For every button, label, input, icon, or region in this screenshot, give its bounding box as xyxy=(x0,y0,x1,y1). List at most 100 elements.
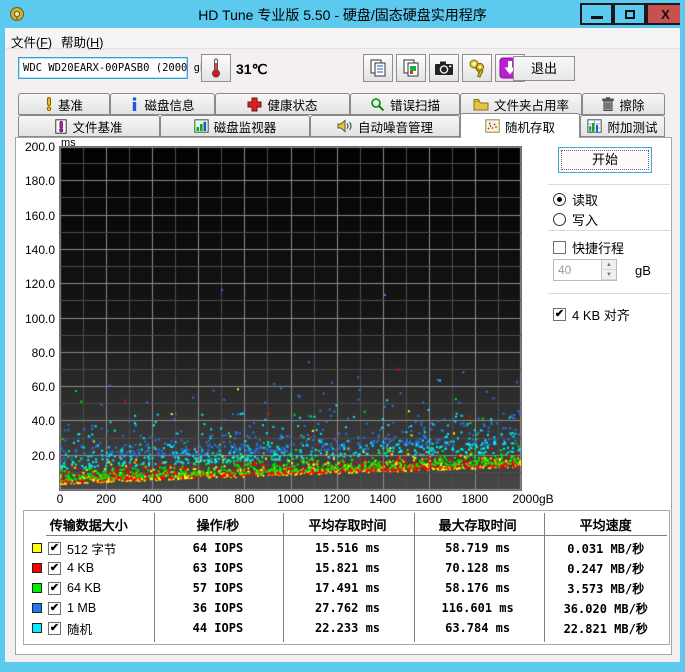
x-tick-label: 200 xyxy=(96,492,117,506)
info-icon xyxy=(133,97,137,111)
tab-file-benchmark[interactable]: 文件基准 xyxy=(18,115,160,137)
copy-text-button[interactable] xyxy=(363,54,393,82)
table-cell: 57 IOPS xyxy=(192,581,244,595)
copy-text-icon xyxy=(370,59,386,77)
temperature-value: 31℃ xyxy=(236,61,268,77)
y-tick-label: 140.0 xyxy=(24,242,55,257)
folder-icon xyxy=(473,98,489,110)
y-axis-labels: 200.0 180.0 160.0 140.0 120.0 100.0 80.0 60.0 40… xyxy=(15,140,57,490)
tab-extra-tests[interactable]: 附加测试 xyxy=(580,115,665,137)
table-cell: 3.573 MB/秒 xyxy=(567,581,645,596)
series-color-swatch xyxy=(32,623,42,633)
series-label: 随机 xyxy=(67,622,93,637)
copy-image-button[interactable] xyxy=(396,54,426,82)
y-tick-label: 200.0 xyxy=(24,140,55,154)
close-button[interactable]: X xyxy=(646,3,680,25)
x-tick-label: 400 xyxy=(142,492,163,506)
close-icon: X xyxy=(661,6,670,22)
tab-disk-info[interactable]: 磁盘信息 xyxy=(110,93,215,115)
keys-icon xyxy=(469,59,485,78)
maximize-icon xyxy=(624,9,635,19)
series-enable-checkbox[interactable]: ✔ xyxy=(48,581,61,595)
magnifier-icon xyxy=(371,97,385,111)
tab-random-access[interactable]: 随机存取 xyxy=(460,113,580,138)
screenshot-button[interactable] xyxy=(429,54,459,82)
y-tick-label: 20.0 xyxy=(31,448,55,463)
tab-error-scan[interactable]: 错误扫描 xyxy=(350,93,460,115)
spinner-up-button[interactable]: ▲ xyxy=(602,260,616,270)
drive-select[interactable]: WDC WD20EARX-00PASB0 (2000 gB) xyxy=(18,57,213,79)
table-row: ✔ 512 字节 64 IOPS 15.516 ms 58.719 ms 0.031 MB… xyxy=(24,538,669,558)
minimize-button[interactable] xyxy=(580,3,613,25)
series-color-swatch xyxy=(32,543,42,553)
tab-health[interactable]: 健康状态 xyxy=(215,93,350,115)
drive-select-value: WDC WD20EARX-00PASB0 (2000 gB) xyxy=(23,62,213,74)
separator xyxy=(548,230,670,231)
options-button[interactable] xyxy=(462,54,492,82)
col-header-size: 传输数据大小 xyxy=(49,518,128,533)
x-tick-label: 1000 xyxy=(277,492,304,506)
x-tick-label: 1400 xyxy=(369,492,397,506)
table-cell: 70.128 ms xyxy=(445,561,511,575)
y-tick-label: 40.0 xyxy=(31,414,55,429)
x-tick-label: 1800 xyxy=(461,492,489,506)
separator xyxy=(548,184,670,185)
menu-bar: 文件(F) 帮助(H) xyxy=(5,28,680,52)
col-header-avg: 平均存取时间 xyxy=(308,518,387,533)
speaker-icon xyxy=(337,119,352,133)
access-time-scatter-chart xyxy=(59,146,522,491)
tab-disk-monitor[interactable]: 磁盘监视器 xyxy=(160,115,310,137)
table-header-row: 传输数据大小 操作/秒 平均存取时间 最大存取时间 平均速度 xyxy=(24,511,669,536)
series-enable-checkbox[interactable]: ✔ xyxy=(48,601,61,615)
table-cell: 64 IOPS xyxy=(192,541,244,555)
x-tick-label: 1200 xyxy=(323,492,350,506)
series-enable-checkbox[interactable]: ✔ xyxy=(48,621,61,635)
short-stroke-unit: gB xyxy=(635,263,651,278)
table-row: ✔ 4 KB 63 IOPS 15.821 ms 70.128 ms 0.247 MB/秒 xyxy=(24,558,669,578)
series-color-swatch xyxy=(32,563,42,573)
radio-unselected-icon xyxy=(553,213,566,226)
menu-help[interactable]: 帮助(H) xyxy=(55,31,109,52)
write-radio[interactable]: 写入 xyxy=(553,210,598,229)
col-header-max: 最大存取时间 xyxy=(438,518,517,533)
table-cell: 63.784 ms xyxy=(445,621,511,635)
series-enable-checkbox[interactable]: ✔ xyxy=(48,541,61,555)
x-tick-label: 800 xyxy=(234,492,255,506)
table-row: ✔ 1 MB 36 IOPS 27.762 ms 116.601 ms 36.020 MB… xyxy=(24,598,669,618)
y-tick-label: 160.0 xyxy=(24,208,55,223)
table-cell: 36 IOPS xyxy=(192,601,244,615)
bar-monitor-icon xyxy=(194,119,209,133)
separator xyxy=(548,293,670,294)
table-cell: 15.516 ms xyxy=(315,541,381,555)
read-radio[interactable]: 读取 xyxy=(553,190,598,209)
series-label: 512 字节 xyxy=(67,542,117,557)
col-header-iops: 操作/秒 xyxy=(196,518,240,533)
table-cell: 22.821 MB/秒 xyxy=(563,621,648,636)
maximize-button[interactable] xyxy=(613,3,646,25)
series-label: 64 KB xyxy=(67,581,102,595)
table-cell: 17.491 ms xyxy=(315,581,381,595)
align-4kb-checkbox[interactable]: ✔ 4 KB 对齐 xyxy=(553,305,630,324)
tab-folder-usage[interactable]: 文件夹占用率 xyxy=(460,93,582,115)
table-cell: 58.719 ms xyxy=(445,541,511,555)
tab-auto-acoustic[interactable]: 自动噪音管理 xyxy=(310,115,460,137)
spinner-down-button[interactable]: ▼ xyxy=(602,270,616,280)
table-cell: 58.176 ms xyxy=(445,581,511,595)
table-cell: 44 IOPS xyxy=(192,621,244,635)
file-benchmark-icon xyxy=(55,118,68,134)
short-stroke-checkbox[interactable]: 快捷行程 xyxy=(553,238,624,257)
short-stroke-size-input[interactable]: 40 ▲ ▼ xyxy=(553,259,617,281)
series-enable-checkbox[interactable]: ✔ xyxy=(48,561,61,575)
tab-benchmark[interactable]: 基准 xyxy=(18,93,110,115)
tab-erase[interactable]: 擦除 xyxy=(582,93,665,115)
start-button[interactable]: 开始 xyxy=(558,147,652,173)
checkbox-unchecked-icon xyxy=(553,241,566,254)
thermometer-icon xyxy=(211,58,221,78)
temperature-button[interactable] xyxy=(201,54,231,82)
results-table: 传输数据大小 操作/秒 平均存取时间 最大存取时间 平均速度 ✔ 512 字节 64… xyxy=(23,510,670,645)
minimize-icon xyxy=(590,15,603,19)
x-axis-labels: 0 200 400 600 800 1000 1200 1400 1600 1800 2000gB xyxy=(57,492,554,508)
scatter-icon xyxy=(485,119,500,133)
exit-button[interactable]: 退出 xyxy=(513,56,575,81)
menu-file[interactable]: 文件(F) xyxy=(5,31,58,52)
